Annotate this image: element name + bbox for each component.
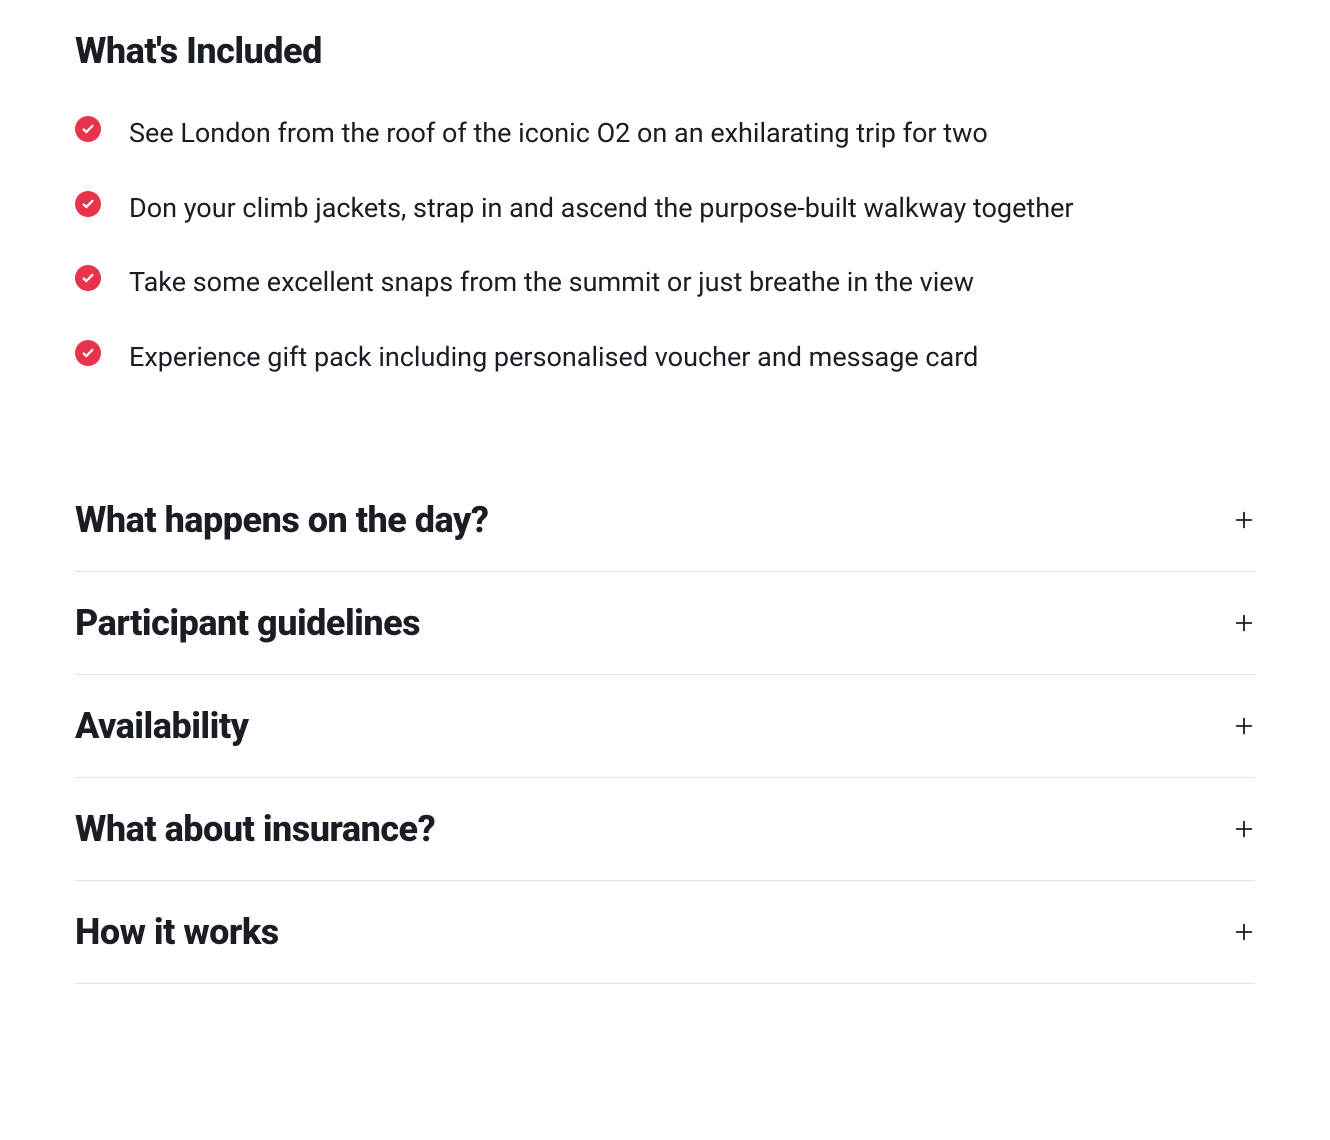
- whats-included-heading: What's Included: [75, 30, 1255, 72]
- accordion-toggle-participant-guidelines[interactable]: Participant guidelines: [75, 572, 1255, 674]
- check-circle-icon: [75, 265, 101, 291]
- accordion-title: How it works: [75, 911, 279, 953]
- accordion-toggle-how-it-works[interactable]: How it works: [75, 881, 1255, 983]
- included-item: See London from the roof of the iconic O…: [75, 112, 1255, 155]
- included-item-text: Don your climb jackets, strap in and asc…: [129, 187, 1074, 230]
- accordion-item-insurance: What about insurance?: [75, 778, 1255, 881]
- accordion-toggle-what-happens[interactable]: What happens on the day?: [75, 469, 1255, 571]
- accordion-item-participant-guidelines: Participant guidelines: [75, 572, 1255, 675]
- plus-icon: [1233, 921, 1255, 943]
- accordion-item-how-it-works: How it works: [75, 881, 1255, 984]
- whats-included-list: See London from the roof of the iconic O…: [75, 112, 1255, 379]
- accordion-title: What happens on the day?: [75, 499, 488, 541]
- plus-icon: [1233, 509, 1255, 531]
- included-item: Experience gift pack including personali…: [75, 336, 1255, 379]
- plus-icon: [1233, 612, 1255, 634]
- included-item-text: Experience gift pack including personali…: [129, 336, 978, 379]
- included-item: Take some excellent snaps from the summi…: [75, 261, 1255, 304]
- check-circle-icon: [75, 116, 101, 142]
- included-item-text: See London from the roof of the iconic O…: [129, 112, 988, 155]
- plus-icon: [1233, 715, 1255, 737]
- accordion-title: Availability: [75, 705, 249, 747]
- plus-icon: [1233, 818, 1255, 840]
- included-item: Don your climb jackets, strap in and asc…: [75, 187, 1255, 230]
- accordion-list: What happens on the day? Participant gui…: [75, 469, 1255, 984]
- accordion-title: What about insurance?: [75, 808, 435, 850]
- accordion-toggle-availability[interactable]: Availability: [75, 675, 1255, 777]
- accordion-title: Participant guidelines: [75, 602, 420, 644]
- accordion-toggle-insurance[interactable]: What about insurance?: [75, 778, 1255, 880]
- accordion-item-what-happens: What happens on the day?: [75, 469, 1255, 572]
- included-item-text: Take some excellent snaps from the summi…: [129, 261, 974, 304]
- check-circle-icon: [75, 191, 101, 217]
- check-circle-icon: [75, 340, 101, 366]
- accordion-item-availability: Availability: [75, 675, 1255, 778]
